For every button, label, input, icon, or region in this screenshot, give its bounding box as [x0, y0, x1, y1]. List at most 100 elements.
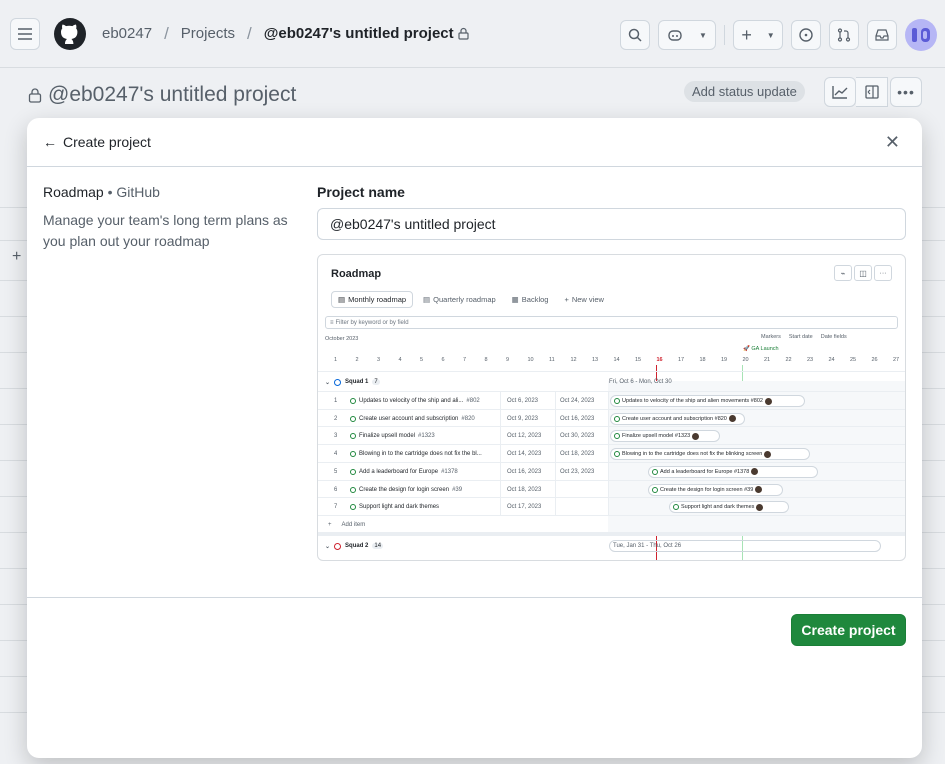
copilot-button[interactable]: ▼ [658, 20, 716, 50]
issue-icon [799, 28, 813, 42]
preview-tab-backlog: ▦ Backlog [506, 291, 555, 308]
preview-day-label: 22 [785, 357, 792, 363]
breadcrumb-owner[interactable]: eb0247 [102, 25, 152, 42]
preview-row-number: 2 [334, 415, 338, 422]
preview-row-end: Oct 24, 2023 [560, 398, 595, 404]
avatar [751, 468, 759, 476]
issue-open-icon [350, 451, 356, 458]
preview-row-number: 5 [334, 468, 338, 475]
insights-button[interactable] [824, 77, 856, 107]
preview-column-divider [555, 391, 556, 515]
avatar[interactable] [905, 19, 937, 51]
plus-icon: + [564, 295, 569, 304]
preview-controls: Markers Start date Date fields [761, 334, 847, 340]
chevron-down-icon: ⌄ [325, 379, 331, 386]
inbox-icon [875, 29, 889, 41]
preview-timeline-bar: Create user account and subscription #82… [610, 412, 745, 425]
side-panel-button[interactable] [856, 77, 888, 107]
preview-day-label: 13 [592, 357, 599, 363]
preview-day-label: 9 [506, 357, 510, 363]
breadcrumb-separator: / [246, 23, 252, 43]
preview-filter: ≡ Filter by keyword or by field [325, 316, 898, 329]
project-name-label: Project name [317, 184, 405, 200]
status-circle-icon [334, 378, 342, 386]
preview-row-start: Oct 9, 2023 [507, 415, 539, 422]
preview-column-divider [608, 391, 609, 515]
preview-group-count: 14 [372, 543, 384, 549]
preview-group-range: Fri, Oct 6 - Mon, Oct 30 [609, 379, 672, 385]
preview-tab-monthly: ▤ Monthly roadmap [331, 291, 414, 308]
avatar [764, 397, 772, 405]
preview-table-row: 3 Finalize upsell model #1323 Oct 12, 2023 O… [318, 426, 905, 444]
preview-filter-placeholder: Filter by keyword or by field [335, 319, 409, 326]
preview-day-label: 11 [549, 357, 555, 363]
preview-day-label: 4 [398, 357, 402, 363]
chevron-down-icon: ▼ [766, 30, 775, 40]
arrow-left-icon[interactable]: ← [43, 134, 57, 150]
preview-timeline-bar-text: Add a leaderboard for Europe #1378 [660, 468, 750, 475]
pull-requests-button[interactable] [829, 20, 859, 50]
preview-row-number: 7 [334, 504, 338, 511]
create-project-button[interactable]: Create project [791, 614, 906, 646]
issue-open-icon [350, 486, 356, 493]
add-status-update-button[interactable]: Add status update [684, 81, 805, 102]
preview-row-title: Create the design for login screen #39 [350, 481, 500, 499]
issue-open-icon [350, 415, 356, 422]
preview-day-label: 18 [699, 357, 706, 363]
preview-timeline-bar-text: Finalize upsell model #1323 [622, 433, 691, 440]
preview-group-cell: ⌄ Squad 1 7 [325, 373, 380, 391]
preview-day-label: 14 [613, 357, 620, 363]
preview-group-name: Squad 2 [345, 543, 369, 549]
preview-table-row: 6 Create the design for login screen #39 Oc… [318, 479, 905, 499]
more-options-button[interactable]: ••• [890, 77, 922, 107]
github-logo-icon[interactable] [54, 17, 86, 50]
preview-control: Date fields [820, 334, 847, 340]
create-new-button[interactable]: + ▼ [733, 20, 783, 50]
preview-row-number: 1 [334, 398, 338, 404]
template-preview: Roadmap ⌁ ◫ ··· ▤ Monthly roadmap ▤ Quarte… [317, 254, 906, 561]
preview-table-row: 5 Add a leaderboard for Europe #1378 Oct 16… [318, 461, 905, 481]
preview-add-item-label: Add item [341, 522, 366, 528]
inbox-button[interactable] [867, 20, 897, 50]
preview-row-title: Support light and dark themes [350, 498, 500, 516]
preview-day-label: 26 [871, 357, 878, 363]
preview-launch-label: GA Launch [751, 346, 779, 352]
menu-button[interactable] [10, 17, 40, 50]
preview-row-number: 4 [334, 451, 338, 458]
preview-row-title: Add a leaderboard for Europe #1378 [350, 463, 500, 481]
preview-tab-new: + New view [558, 291, 609, 308]
preview-day-label: 20 [742, 357, 749, 363]
preview-row-number: 3 [334, 433, 338, 440]
issue-open-icon [673, 504, 679, 511]
preview-day-label: 1 [334, 357, 338, 363]
breadcrumb-current-project[interactable]: @eb0247's untitled project [264, 25, 454, 42]
preview-row-start: Oct 18, 2023 [507, 486, 542, 493]
template-name: Roadmap [43, 184, 104, 200]
preview-day-label: 5 [420, 357, 424, 363]
chart-line-icon [832, 86, 848, 99]
preview-group-count: 7 [372, 379, 380, 385]
issue-open-icon [614, 415, 620, 422]
preview-day-label: 12 [570, 357, 577, 363]
issue-open-icon [350, 398, 356, 404]
preview-day-label: 24 [828, 357, 835, 363]
issue-open-icon [350, 468, 356, 475]
preview-timeline-bar-text: Blowing in to the cartridge does not fix… [622, 451, 763, 458]
template-source: • GitHub [103, 184, 160, 200]
close-icon[interactable]: ✕ [885, 132, 900, 153]
search-button[interactable] [620, 20, 650, 50]
preview-tab-label: Backlog [521, 295, 549, 304]
preview-day-label: 16 [656, 357, 663, 363]
header-actions: ▼ + ▼ [620, 19, 937, 51]
preview-row-issue-number: #1323 [418, 433, 435, 440]
preview-timeline-bar-text: Create the design for login screen #39 [660, 486, 754, 493]
issue-open-icon [614, 398, 620, 404]
preview-group-name: Squad 1 [345, 379, 369, 385]
back-to-templates-link[interactable]: Create project [63, 134, 151, 150]
issues-button[interactable] [791, 20, 821, 50]
breadcrumb-projects[interactable]: Projects [181, 25, 235, 42]
preview-more-icon: ··· [874, 265, 892, 281]
project-name-input[interactable]: @eb0247's untitled project [317, 208, 906, 240]
preview-group-range: Tue, Jan 31 - Thu, Oct 26 [613, 543, 682, 549]
issue-open-icon [350, 504, 356, 511]
